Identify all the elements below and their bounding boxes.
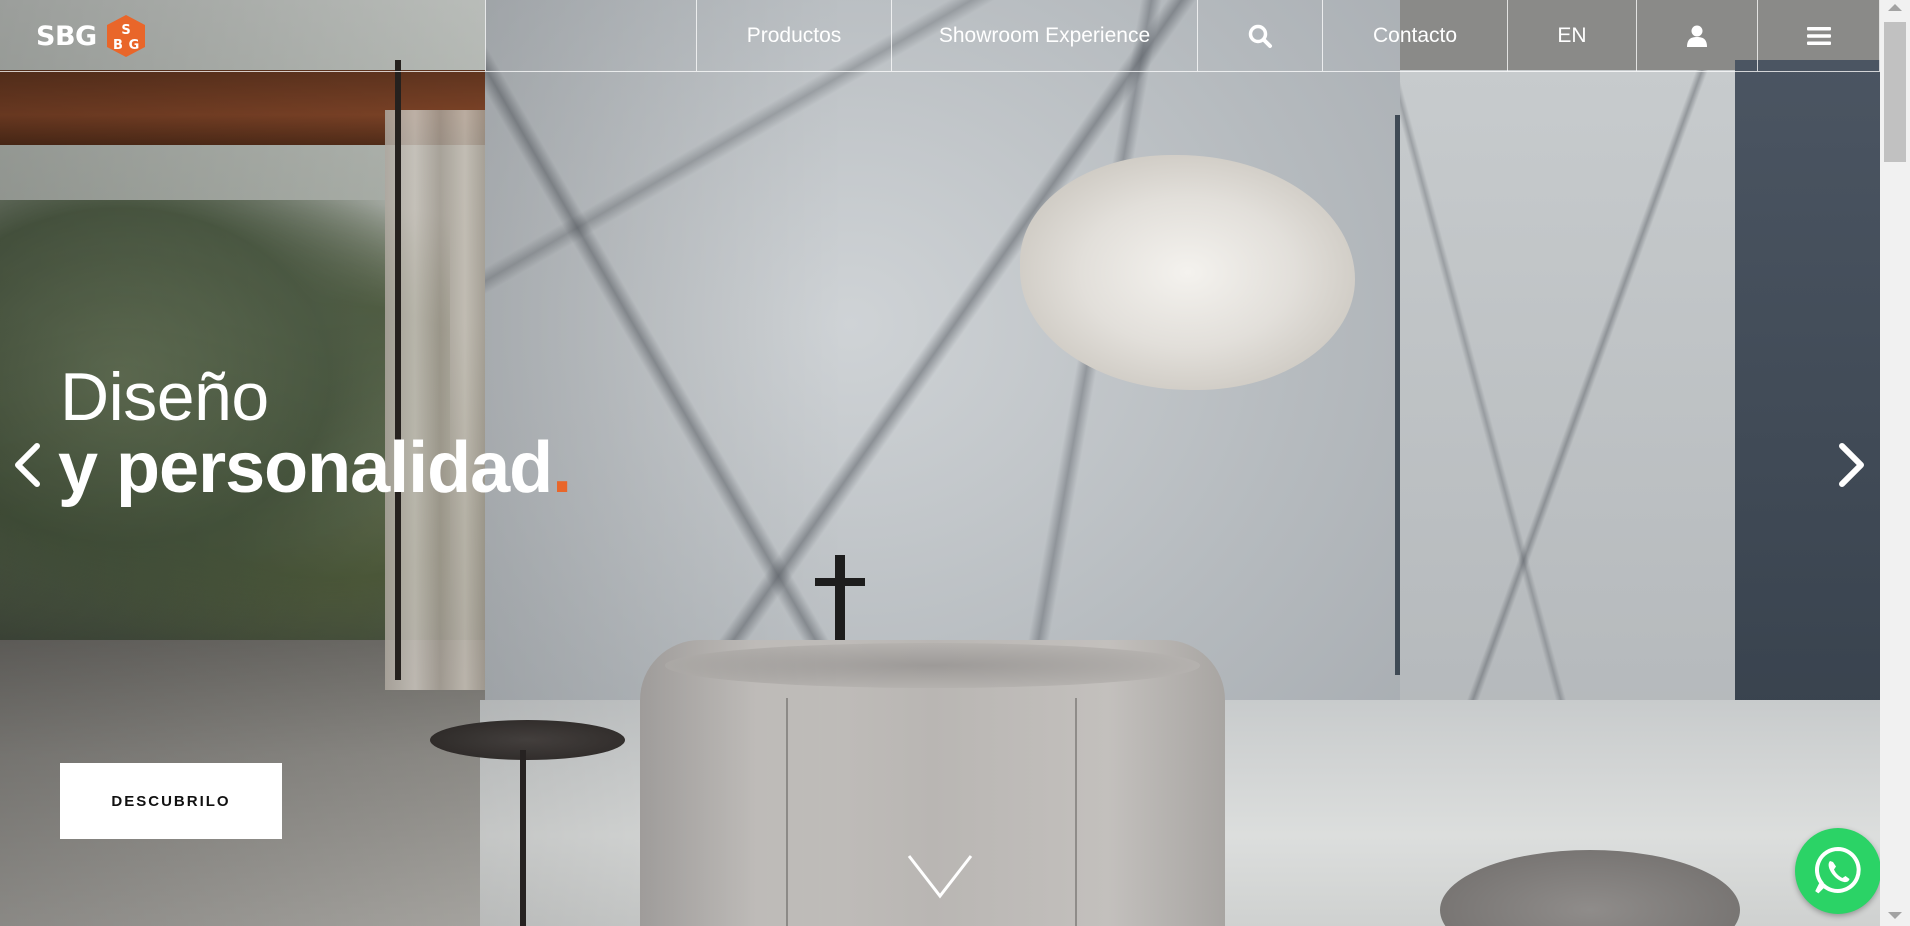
hero-headline-dot: . <box>552 428 572 508</box>
whatsapp-button[interactable] <box>1795 828 1881 914</box>
nav-language-switch[interactable]: EN <box>1507 0 1636 71</box>
whatsapp-icon <box>1815 846 1861 894</box>
scrollbar-thumb[interactable] <box>1884 22 1906 162</box>
scrollbar-down-arrow[interactable] <box>1888 912 1902 919</box>
nav-productos-label: Productos <box>746 23 842 47</box>
hero-headline-line2-text: y personalidad <box>58 428 553 508</box>
brand-name: SBG <box>36 20 97 52</box>
hamburger-menu-icon <box>1806 26 1831 45</box>
nav-productos[interactable]: Productos <box>696 0 891 71</box>
search-icon <box>1248 24 1272 48</box>
chevron-right-icon <box>1839 443 1864 487</box>
nav-showroom-label: Showroom Experience <box>938 23 1151 47</box>
scroll-down-button[interactable] <box>905 852 975 902</box>
nav-search-button[interactable] <box>1197 0 1322 71</box>
nav-contacto-label: Contacto <box>1372 23 1458 47</box>
hero-headline-line1: Diseño <box>60 359 269 435</box>
slider-next-button[interactable] <box>1832 440 1872 490</box>
scrollbar-up-arrow[interactable] <box>1888 4 1902 11</box>
brand-logo-icon: S B G <box>106 15 145 57</box>
site-header: SBG S B G Productos Showroom Experience … <box>0 0 1880 72</box>
svg-text:B: B <box>113 38 123 53</box>
user-icon <box>1687 25 1707 47</box>
nav-showroom-experience[interactable]: Showroom Experience <box>891 0 1197 71</box>
nav-language-label: EN <box>1557 23 1587 47</box>
chevron-down-icon <box>907 855 973 899</box>
nav-menu-button[interactable] <box>1757 0 1880 71</box>
nav-divider <box>485 0 486 71</box>
nav-user-button[interactable] <box>1636 0 1757 71</box>
svg-text:G: G <box>128 38 139 53</box>
svg-text:S: S <box>121 23 130 38</box>
brand-logo[interactable]: SBG S B G <box>36 14 147 58</box>
slider-prev-button[interactable] <box>7 440 47 490</box>
descubrilo-button[interactable]: DESCUBRILO <box>60 763 282 839</box>
nav-contacto[interactable]: Contacto <box>1322 0 1507 71</box>
chevron-left-icon <box>15 443 40 487</box>
hero-headline-line2: y personalidad. <box>58 427 572 509</box>
